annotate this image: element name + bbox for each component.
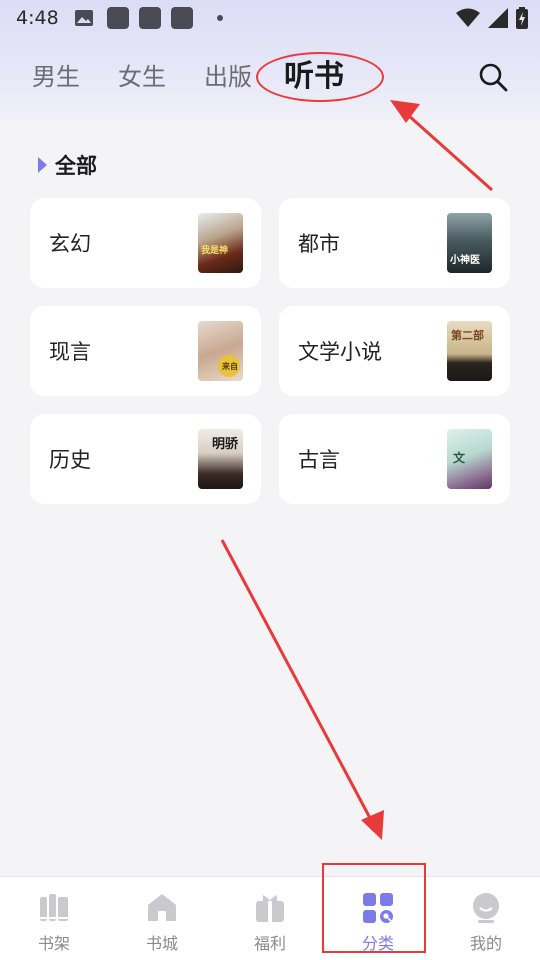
nav-item-bookstore[interactable]: 书城 bbox=[108, 877, 216, 960]
annotation-arrow-to-nav bbox=[220, 539, 384, 840]
bookstore-icon bbox=[148, 894, 176, 921]
gift-icon bbox=[256, 895, 284, 922]
category-card-ancient-romance[interactable]: 古言 文 bbox=[279, 414, 510, 504]
top-tab-bar: 男生 女生 出版 听书 bbox=[32, 55, 382, 99]
category-grid: 玄幻 我是神 都市 小神医 现言 来自 文学小说 第二部 历史 明骄 古言 文 bbox=[30, 198, 510, 504]
wifi-icon bbox=[456, 8, 480, 27]
nav-item-profile[interactable]: 我的 bbox=[432, 877, 540, 960]
tab-male[interactable]: 男生 bbox=[32, 55, 80, 99]
app-notification-icon bbox=[170, 7, 193, 29]
category-card-urban[interactable]: 都市 小神医 bbox=[279, 198, 510, 288]
bottom-nav: 书架 书城 福利 分类 我的 bbox=[0, 876, 540, 960]
tab-audiobook[interactable]: 听书 bbox=[284, 55, 348, 99]
book-cover-image: 来自 bbox=[198, 321, 243, 381]
book-cover-image: 我是神 bbox=[198, 213, 243, 273]
book-cover-image: 文 bbox=[447, 429, 492, 489]
status-bar: 4:48 bbox=[0, 0, 540, 36]
category-label: 古言 bbox=[298, 448, 340, 472]
nav-item-bookshelf[interactable]: 书架 bbox=[0, 877, 108, 960]
search-icon[interactable] bbox=[478, 62, 508, 92]
bookshelf-icon bbox=[40, 894, 68, 921]
book-cover-image: 第二部 bbox=[447, 321, 492, 381]
category-card-xuanhuan[interactable]: 玄幻 我是神 bbox=[30, 198, 261, 288]
category-label: 现言 bbox=[49, 340, 91, 364]
category-card-modern-romance[interactable]: 现言 来自 bbox=[30, 306, 261, 396]
category-label: 都市 bbox=[298, 232, 340, 256]
signal-icon bbox=[488, 8, 508, 28]
status-time: 4:48 bbox=[16, 7, 59, 29]
image-notification-icon bbox=[74, 10, 93, 26]
app-notification-icon bbox=[106, 7, 129, 29]
section-title: 全部 bbox=[38, 150, 97, 180]
annotation-rectangle bbox=[322, 863, 426, 953]
tab-publishing[interactable]: 出版 bbox=[204, 55, 252, 99]
book-cover-image: 小神医 bbox=[447, 213, 492, 273]
triangle-marker-icon bbox=[38, 157, 47, 173]
category-card-literature[interactable]: 文学小说 第二部 bbox=[279, 306, 510, 396]
category-label: 历史 bbox=[49, 448, 91, 472]
book-cover-image: 明骄 bbox=[198, 429, 243, 489]
battery-icon bbox=[516, 7, 528, 29]
category-card-history[interactable]: 历史 明骄 bbox=[30, 414, 261, 504]
category-label: 文学小说 bbox=[298, 340, 382, 364]
profile-icon bbox=[473, 893, 499, 923]
more-notifications-dot bbox=[216, 15, 223, 21]
app-notification-icon bbox=[138, 7, 161, 29]
tab-female[interactable]: 女生 bbox=[118, 55, 166, 99]
nav-item-welfare[interactable]: 福利 bbox=[216, 877, 324, 960]
category-label: 玄幻 bbox=[49, 232, 91, 256]
